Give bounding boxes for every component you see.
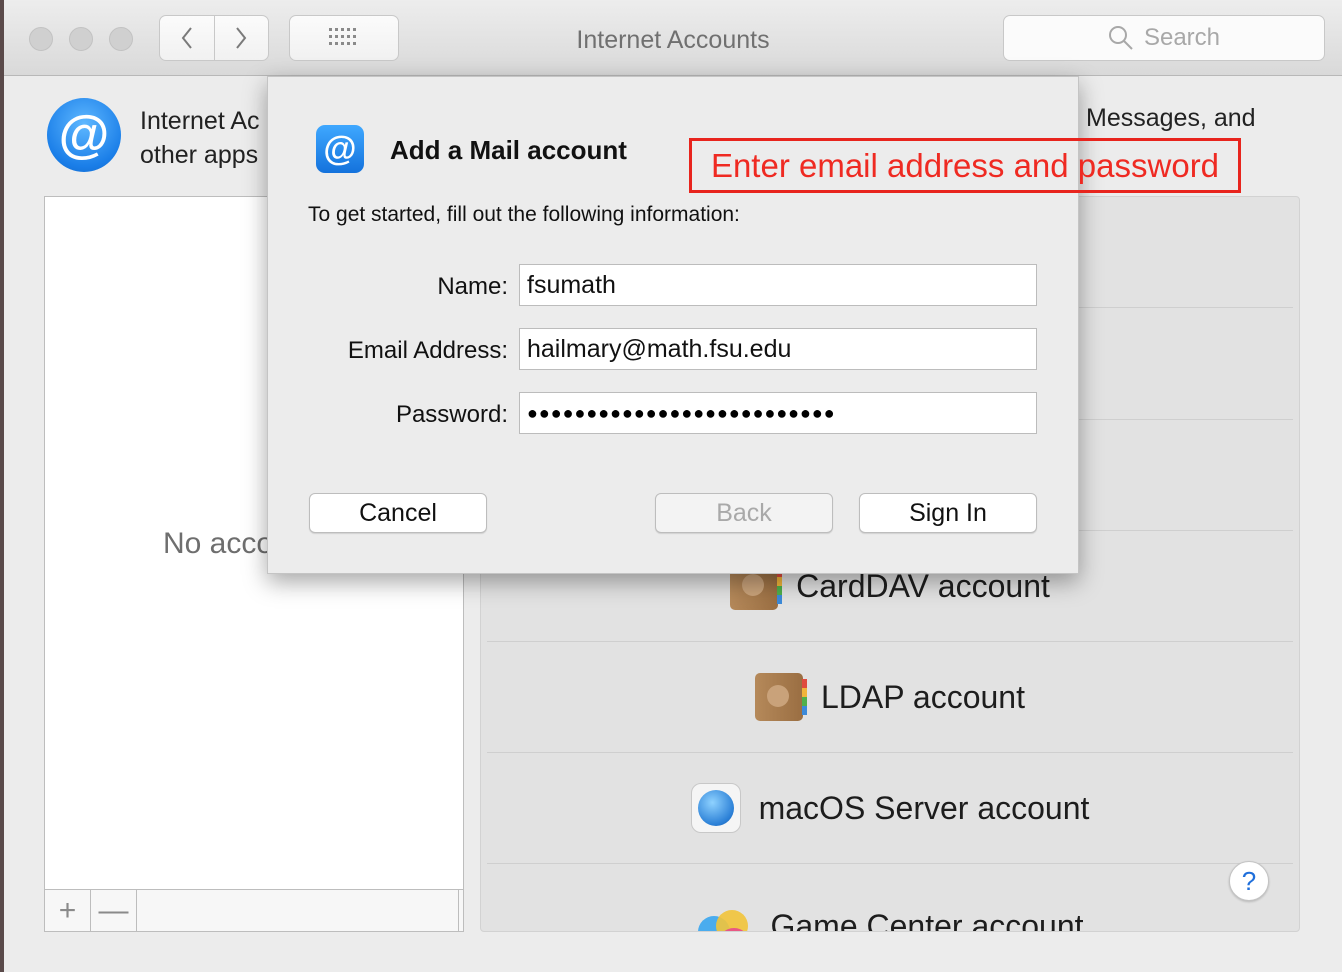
back-button[interactable]: Back	[655, 493, 833, 533]
provider-row-game-center[interactable]: Game Center account	[487, 864, 1293, 932]
header-description: Internet Ac other apps	[140, 104, 260, 172]
name-field[interactable]	[519, 264, 1037, 306]
remove-account-button[interactable]: —	[91, 890, 137, 931]
header-line-2: other apps	[140, 141, 259, 169]
header-description-right: Messages, and	[1086, 104, 1256, 132]
email-field[interactable]	[519, 328, 1037, 370]
search-icon	[1108, 26, 1133, 50]
cancel-button[interactable]: Cancel	[309, 493, 487, 533]
header-line-1: Internet Ac	[140, 107, 260, 135]
add-account-button[interactable]: +	[45, 890, 91, 931]
sheet-intro-text: To get started, fill out the following i…	[308, 203, 740, 226]
address-book-icon	[755, 673, 807, 721]
sign-in-button[interactable]: Sign In	[859, 493, 1037, 533]
provider-row-ldap[interactable]: LDAP account	[487, 642, 1293, 753]
no-accounts-text: No acco	[163, 527, 274, 560]
internet-accounts-at-icon: @	[47, 98, 121, 172]
annotation-callout: Enter email address and password	[689, 138, 1241, 193]
search-field[interactable]: Search	[1003, 15, 1325, 61]
provider-row-macos-server[interactable]: macOS Server account	[487, 753, 1293, 864]
password-label: Password:	[395, 401, 508, 428]
accounts-list-footer: + —	[45, 889, 463, 931]
search-placeholder: Search	[1143, 24, 1221, 51]
game-center-icon	[696, 908, 752, 931]
title-bar: Internet Accounts Search	[4, 0, 1342, 76]
internet-accounts-window: Internet Accounts Search @ Internet Ac o…	[4, 0, 1342, 972]
email-label: Email Address:	[347, 337, 508, 364]
sheet-title: Add a Mail account	[390, 135, 627, 165]
globe-icon	[690, 783, 741, 833]
password-field[interactable]: ●●●●●●●●●●●●●●●●●●●●●●●●●●	[519, 392, 1037, 434]
footer-spacer	[137, 890, 459, 931]
mail-at-icon: @	[316, 125, 364, 173]
provider-label: macOS Server account	[758, 789, 1090, 826]
name-label: Name:	[437, 273, 508, 300]
provider-label: Game Center account	[770, 908, 1084, 932]
provider-label: LDAP account	[821, 678, 1025, 715]
help-button[interactable]: ?	[1229, 861, 1269, 901]
